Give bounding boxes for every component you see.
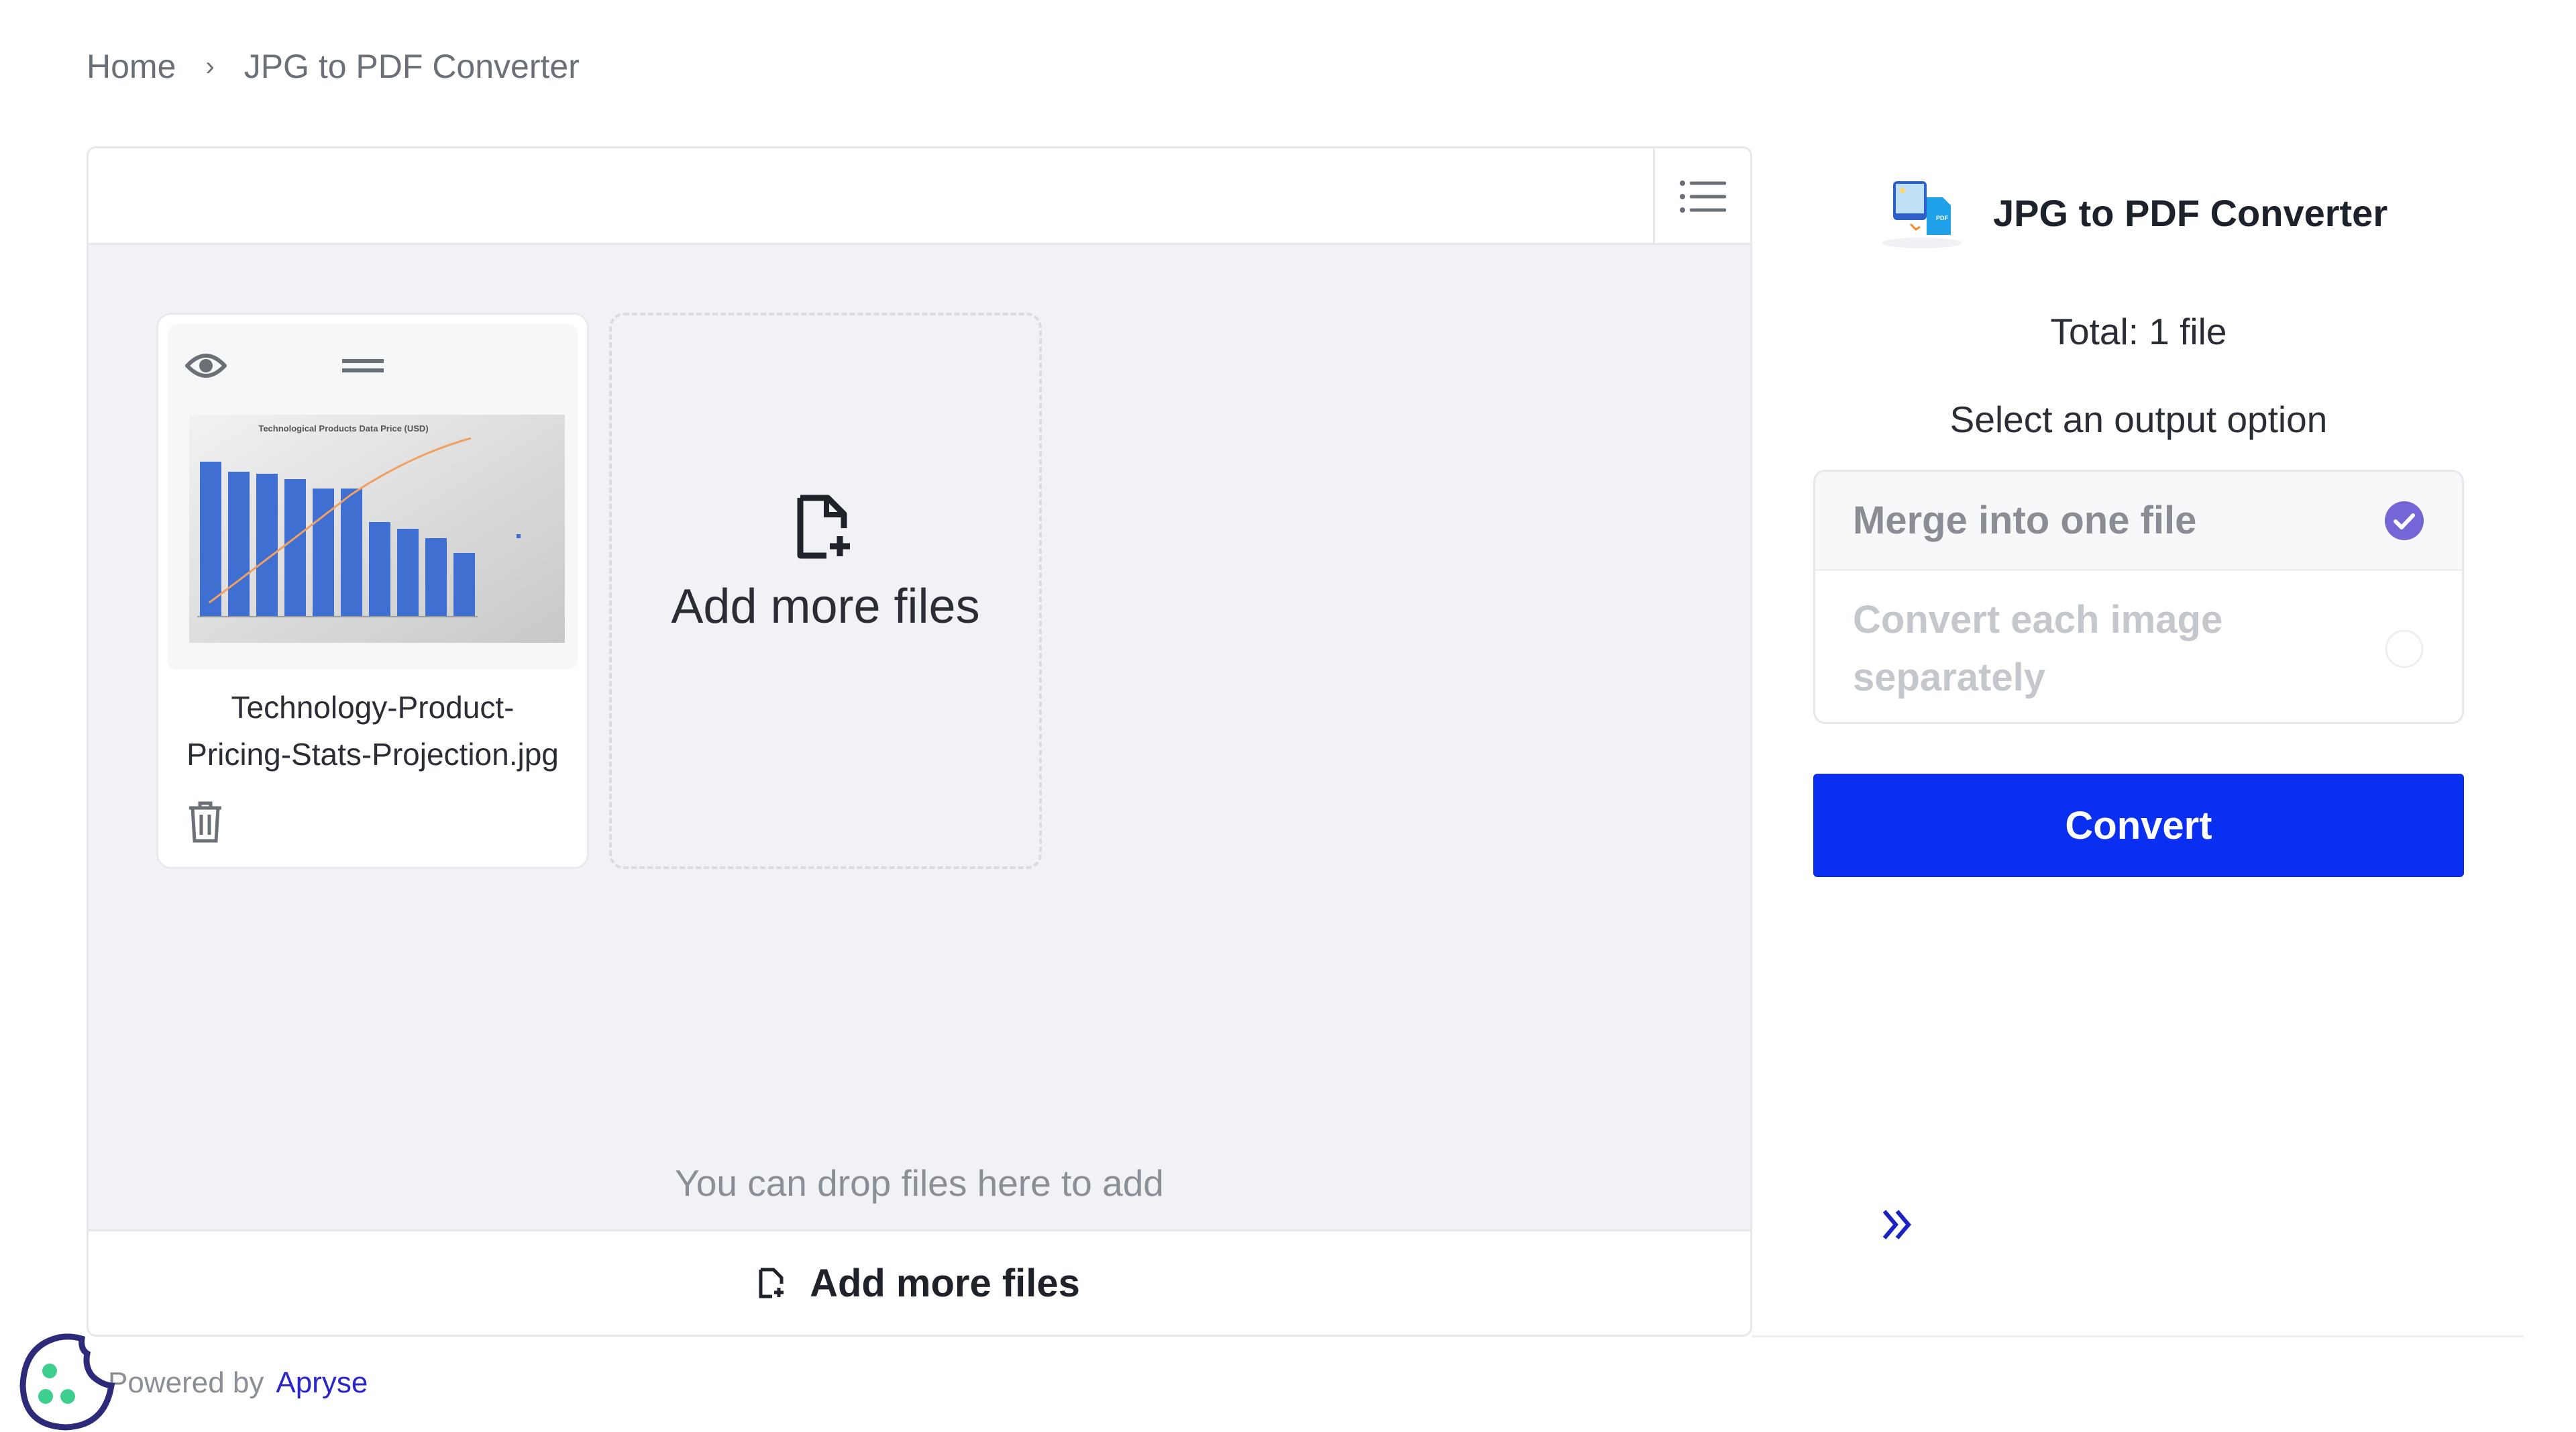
- drag-handle-icon[interactable]: [342, 358, 384, 374]
- cookie-settings-icon[interactable]: [17, 1332, 118, 1431]
- converter-header: PDF JPG to PDF Converter: [1878, 176, 2387, 250]
- file-name-line-2: Pricing-Stats-Projection.jpg: [186, 737, 559, 772]
- add-more-files-button[interactable]: Add more files: [89, 1229, 1750, 1335]
- add-more-files-button-label: Add more files: [810, 1261, 1080, 1305]
- powered-by: Powered by Apryse: [108, 1366, 368, 1400]
- file-thumbnail-image: Technological Products Data Price (USD): [189, 415, 565, 643]
- option-separate-line-1: Convert each image: [1853, 597, 2223, 642]
- file-name-line-1: Technology-Product-: [231, 690, 515, 725]
- output-option-prompt: Select an output option: [1949, 399, 2328, 440]
- drop-hint: You can drop files here to add: [675, 1162, 1164, 1204]
- add-more-files-label: Add more files: [671, 579, 980, 633]
- option-separate-label: Convert each image separately: [1853, 591, 2384, 707]
- add-more-files-card[interactable]: Add more files: [609, 313, 1042, 869]
- option-separate-line-2: separately: [1853, 655, 2045, 699]
- converter-title: JPG to PDF Converter: [1993, 191, 2388, 234]
- file-toolbar: [89, 148, 1750, 245]
- option-merge-label: Merge into one file: [1853, 499, 2197, 542]
- file-card[interactable]: Technological Products Data Price (USD) …: [156, 313, 589, 869]
- file-drop-area[interactable]: Technological Products Data Price (USD) …: [87, 146, 1752, 1337]
- file-plus-icon: [797, 495, 850, 558]
- trash-icon[interactable]: [188, 801, 223, 843]
- preview-eye-icon[interactable]: [185, 351, 227, 380]
- divider: [1752, 1335, 2524, 1337]
- breadcrumb-separator: ›: [205, 51, 215, 81]
- double-chevron-right-icon[interactable]: [1881, 1208, 1913, 1241]
- total-files: Total: 1 file: [2050, 311, 2227, 352]
- breadcrumb-home-link[interactable]: Home: [87, 47, 176, 86]
- unchecked-radio-icon[interactable]: [2384, 629, 2424, 669]
- option-convert-separately[interactable]: Convert each image separately: [1815, 571, 2462, 722]
- breadcrumb-current: JPG to PDF Converter: [244, 48, 580, 85]
- checked-radio-icon[interactable]: [2384, 501, 2424, 541]
- file-name: Technology-Product- Pricing-Stats-Projec…: [158, 684, 587, 778]
- thumbnail-title: Technological Products Data Price (USD): [258, 423, 428, 433]
- file-thumbnail-area: Technological Products Data Price (USD): [168, 324, 578, 670]
- apryse-link[interactable]: Apryse: [276, 1366, 368, 1399]
- jpg-to-pdf-logo-icon: PDF: [1882, 181, 1962, 248]
- option-merge-into-one-file[interactable]: Merge into one file: [1815, 472, 2462, 571]
- list-icon: [1680, 181, 1726, 213]
- powered-by-text: Powered by: [108, 1366, 264, 1399]
- breadcrumb: Home › JPG to PDF Converter: [87, 47, 580, 86]
- file-add-icon: [759, 1268, 784, 1298]
- output-options: Merge into one file Convert each image se…: [1813, 470, 2464, 724]
- svg-text:PDF: PDF: [1936, 215, 1949, 221]
- list-view-button[interactable]: [1653, 148, 1750, 245]
- convert-button[interactable]: Convert: [1813, 774, 2464, 877]
